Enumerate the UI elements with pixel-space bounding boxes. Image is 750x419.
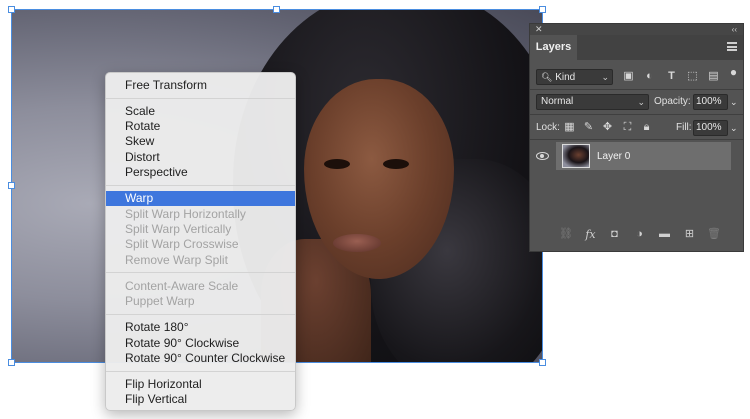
filter-kind-label: Kind <box>555 72 576 83</box>
menu-item-perspective[interactable]: Perspective <box>106 165 295 180</box>
panel-divider <box>530 139 743 140</box>
transform-handle-top-center[interactable] <box>273 6 280 13</box>
menu-item-puppet-warp: Puppet Warp <box>125 294 195 308</box>
lock-image-pixels-icon[interactable]: ✎ <box>582 121 595 134</box>
menu-item-warp[interactable]: Warp <box>106 191 295 206</box>
link-layers-icon[interactable]: ⛓ <box>559 228 573 241</box>
menu-item-flip-vertical[interactable]: Flip Vertical <box>106 392 295 407</box>
smart-object-filter-icon[interactable]: ▤ <box>707 70 720 83</box>
prevent-autonest-icon[interactable]: ⛶ <box>621 121 634 134</box>
panel-tab-row: Layers <box>530 35 743 60</box>
layer-name[interactable]: Layer 0 <box>597 151 630 162</box>
lock-transparent-pixels-icon[interactable]: ▦ <box>563 121 576 134</box>
trash-icon[interactable]: 🗑︎ <box>707 228 721 241</box>
transform-handle-top-left[interactable] <box>8 6 15 13</box>
chevron-down-icon[interactable]: ⌄ <box>730 120 738 136</box>
close-icon[interactable]: ✕ <box>535 24 543 35</box>
lock-position-icon[interactable]: ✥ <box>601 121 614 134</box>
fill-input[interactable]: 100% <box>693 120 728 136</box>
menu-item-remove-warp-split: Remove Warp Split <box>125 253 228 267</box>
menu-separator <box>106 98 295 99</box>
menu-item-flip-horizontal[interactable]: Flip Horizontal <box>106 377 295 392</box>
collapse-icon[interactable]: ‹‹ <box>732 24 737 35</box>
filter-toggle-icon[interactable]: ● <box>727 66 740 79</box>
layers-panel: ✕ ‹‹ Layers 🔍︎ Kind ⌄ ▣ ◐ T ⬚ ▤ ● Normal… <box>529 23 744 252</box>
panel-divider <box>530 114 743 115</box>
menu-separator <box>106 185 295 186</box>
new-group-icon[interactable]: ▬ <box>658 228 671 241</box>
eye-icon[interactable] <box>536 152 549 160</box>
lock-label: Lock: <box>536 122 560 133</box>
menu-item-rotate[interactable]: Rotate <box>106 119 295 134</box>
menu-item-skew[interactable]: Skew <box>106 134 295 149</box>
panel-menu-icon[interactable] <box>727 42 737 51</box>
chevron-down-icon: ⌄ <box>637 97 645 107</box>
type-layer-filter-icon[interactable]: T <box>665 70 678 83</box>
menu-item-rotate-90-cw[interactable]: Rotate 90° Clockwise <box>106 336 295 351</box>
chevron-down-icon[interactable]: ⌄ <box>730 94 738 110</box>
add-mask-icon[interactable]: ◘ <box>608 228 621 241</box>
blend-mode-value: Normal <box>541 96 574 107</box>
layer-filter-select[interactable]: 🔍︎ Kind ⌄ <box>536 69 613 85</box>
panel-title-strip: ✕ ‹‹ <box>530 24 743 35</box>
opacity-input[interactable]: 100% <box>693 94 728 110</box>
transform-handle-middle-left[interactable] <box>8 182 15 189</box>
new-layer-icon[interactable]: ⊞ <box>683 228 696 241</box>
menu-item-content-aware-scale: Content-Aware Scale <box>125 279 239 293</box>
menu-separator <box>106 314 295 315</box>
layer-thumbnail <box>562 144 590 168</box>
menu-item-rotate-180[interactable]: Rotate 180° <box>106 320 295 335</box>
menu-item-rotate-90-ccw[interactable]: Rotate 90° Counter Clockwise <box>106 351 295 366</box>
opacity-label: Opacity: <box>654 96 691 107</box>
transform-handle-bottom-left[interactable] <box>8 359 15 366</box>
opacity-value: 100% <box>696 96 722 107</box>
fill-value: 100% <box>696 122 722 133</box>
adjustment-layer-filter-icon[interactable]: ◐ <box>643 70 656 83</box>
transform-handle-top-right[interactable] <box>539 6 546 13</box>
transform-handle-bottom-right[interactable] <box>539 359 546 366</box>
menu-item-distort[interactable]: Distort <box>106 150 295 165</box>
pixel-layer-filter-icon[interactable]: ▣ <box>622 70 635 83</box>
search-icon: 🔍︎ <box>541 72 553 82</box>
chevron-down-icon: ⌄ <box>601 72 609 82</box>
layers-bottom-bar: ⛓ fx ◘ ◑ ▬ ⊞ 🗑︎ <box>530 222 743 248</box>
menu-item-split-warp-vertically: Split Warp Vertically <box>125 222 232 236</box>
adjustment-layer-icon[interactable]: ◑ <box>633 228 646 241</box>
fx-icon[interactable]: fx <box>584 228 597 241</box>
menu-item-free-transform[interactable]: Free Transform <box>106 78 295 93</box>
menu-separator <box>106 272 295 273</box>
lock-all-icon[interactable]: 🔒︎ <box>640 121 653 134</box>
transform-context-menu: Free Transform Scale Rotate Skew Distort… <box>105 72 296 411</box>
blend-mode-select[interactable]: Normal ⌄ <box>536 94 649 110</box>
tab-layers[interactable]: Layers <box>530 35 577 60</box>
menu-item-split-warp-horizontally: Split Warp Horizontally <box>125 207 246 221</box>
fill-label: Fill: <box>676 122 692 133</box>
menu-item-split-warp-crosswise: Split Warp Crosswise <box>125 237 239 251</box>
menu-item-scale[interactable]: Scale <box>106 104 295 119</box>
panel-divider <box>530 89 743 90</box>
shape-layer-filter-icon[interactable]: ⬚ <box>686 70 699 83</box>
menu-separator <box>106 371 295 372</box>
